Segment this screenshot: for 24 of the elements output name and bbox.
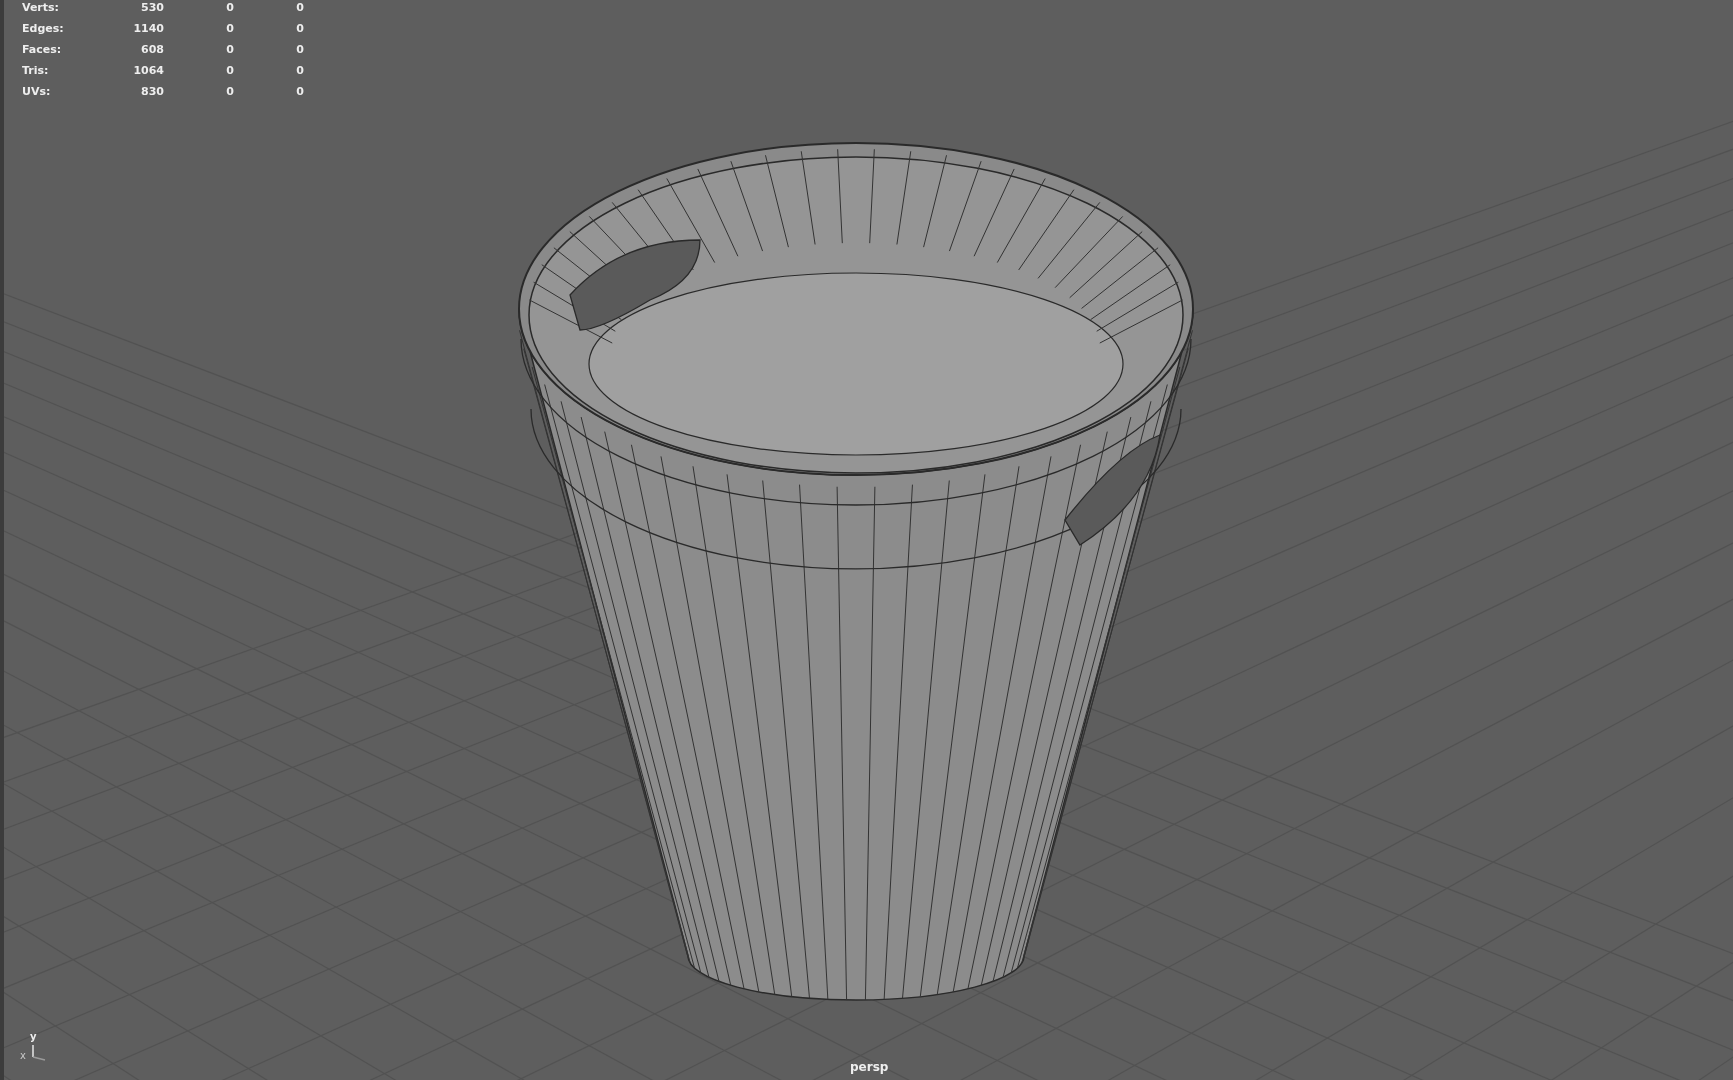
axis-label: y	[30, 1031, 37, 1042]
stat-label: Edges:	[22, 21, 65, 37]
stat-value: 0	[225, 42, 234, 58]
stat-value: 1064	[132, 63, 164, 79]
axis-label: x	[20, 1050, 26, 1061]
stat-value: 0	[225, 63, 234, 79]
axis-indicator-icon	[32, 1044, 46, 1061]
camera-label: persp	[850, 1060, 889, 1074]
stat-label: Tris:	[22, 63, 50, 79]
stat-label: UVs:	[22, 84, 52, 100]
stat-value: 0	[295, 84, 304, 100]
stat-value: 0	[295, 0, 304, 16]
stat-value: 0	[225, 84, 234, 100]
stat-label: Verts:	[22, 0, 60, 16]
stat-value: 0	[225, 0, 234, 16]
stat-value: 530	[140, 0, 164, 16]
stat-value: 830	[140, 84, 164, 100]
stat-value: 1140	[132, 21, 164, 37]
stat-value: 0	[225, 21, 234, 37]
stat-value: 0	[295, 63, 304, 79]
stat-label: Faces:	[22, 42, 63, 58]
stat-value: 0	[295, 21, 304, 37]
stat-value: 0	[295, 42, 304, 58]
stat-value: 608	[140, 42, 164, 58]
